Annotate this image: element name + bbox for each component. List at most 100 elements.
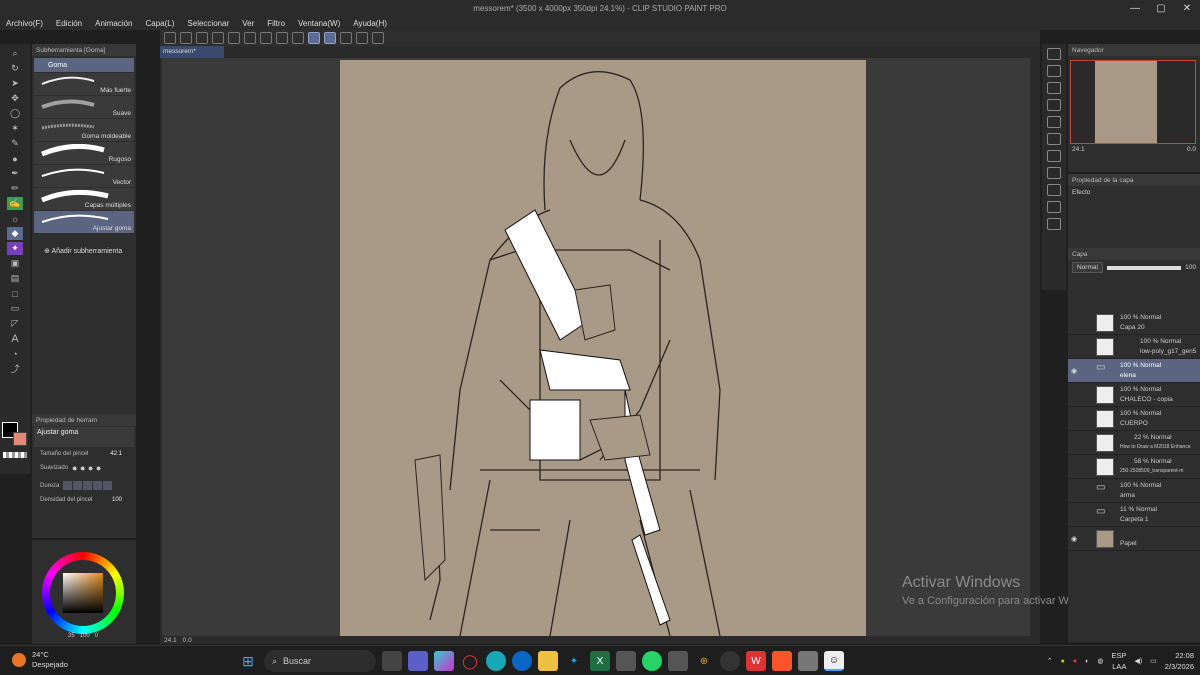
teams-icon[interactable] [408,651,428,671]
copilot-icon[interactable] [434,651,454,671]
brave-icon[interactable] [772,651,792,671]
layer-row[interactable]: ◉ ▭ 100 % Normal elena [1068,359,1200,383]
new-file-icon[interactable] [164,32,176,44]
chevron-up-icon[interactable]: ⌃ [1047,657,1053,665]
paint-net-icon[interactable] [798,651,818,671]
drawing-canvas[interactable] [340,60,866,637]
edge-icon[interactable] [486,651,506,671]
navigator-zoom[interactable]: 24.1 [1072,146,1085,153]
material-icon[interactable] [1047,116,1061,128]
density-value[interactable]: 100 [112,497,122,503]
sub-color-swatch[interactable] [13,432,27,446]
layer-row[interactable]: ▭ 100 % Normal arma [1068,479,1200,503]
gallery-icon[interactable] [1047,218,1061,230]
twitter-icon[interactable]: ✦ [564,651,584,671]
opacity-value[interactable]: 100 [1185,264,1196,271]
subtool-item[interactable]: Más fuerte [34,73,134,95]
invert-selection-icon[interactable] [292,32,304,44]
pencil-icon[interactable]: ✏ [7,182,23,195]
clip-studio-icon[interactable]: ☺ [824,651,844,671]
windows-start-icon[interactable]: ⊞ [238,651,258,671]
clear-icon[interactable] [228,32,240,44]
subtool-item[interactable]: Suave [34,96,134,118]
document-tab[interactable]: messorem* [160,46,224,58]
subtool-item[interactable]: Vector [34,165,134,187]
notepad-icon[interactable] [616,651,636,671]
brush-size-value[interactable]: 42.1 [110,451,122,457]
help-icon[interactable] [372,32,384,44]
blend-mode-select[interactable]: Normal [1072,262,1103,273]
subtool-item[interactable]: Goma moldeable [34,119,134,141]
maximize-button[interactable]: ▢ [1148,0,1174,16]
search-icon[interactable] [1047,48,1061,60]
menu-archivo[interactable]: Archivo(F) [6,19,43,28]
gradient-icon[interactable]: ▤ [7,272,23,285]
solitaire-icon[interactable] [668,651,688,671]
redo-icon[interactable] [212,32,224,44]
subtool-item[interactable]: Rugoso [34,142,134,164]
snap-special-ruler-icon[interactable] [324,32,336,44]
search-input[interactable]: ⌕ Buscar [264,650,376,672]
layer-row[interactable]: 100 % Normal low-poly_g17_gen5 [1068,335,1200,359]
tray-app-icon[interactable]: ● [1061,658,1065,665]
frame-icon[interactable]: ▭ [7,302,23,315]
ink-drop-icon[interactable]: ● [7,152,23,165]
tray-app-icon[interactable]: ◍ [1097,657,1103,665]
undo-icon[interactable] [196,32,208,44]
lasso-icon[interactable]: ◯ [7,107,23,120]
menu-seleccionar[interactable]: Seleccionar [187,19,229,28]
brush-icon[interactable]: ✍ [7,197,23,210]
minimize-button[interactable]: — [1122,0,1148,16]
volume-icon[interactable]: ◀) [1134,657,1142,665]
download-icon[interactable] [1047,82,1061,94]
pen-icon[interactable]: ✒ [7,167,23,180]
battery-icon[interactable]: ▭ [1150,657,1157,665]
save-icon[interactable] [180,32,192,44]
layer-row[interactable]: ◉ Papel [1068,527,1200,551]
density-row[interactable]: Densidad del pincel 100 [32,494,136,505]
brush-size-row[interactable]: Tamaño del pincel 42.1 [32,448,136,459]
eye-icon[interactable]: ◉ [1071,535,1079,543]
layer-row[interactable]: 100 % Normal CHALECO - copia [1068,383,1200,407]
rotation-readout[interactable]: 0.0 [183,637,192,644]
layer-row[interactable]: 100 % Normal Capa 20 [1068,311,1200,335]
menu-filtro[interactable]: Filtro [267,19,285,28]
transparent-color-swatch[interactable] [3,452,27,458]
folder-icon[interactable] [1047,150,1061,162]
navigator-preview[interactable] [1070,60,1196,144]
settings-icon[interactable] [356,32,368,44]
history-icon[interactable] [1047,201,1061,213]
snap-grid-icon[interactable] [340,32,352,44]
smoothing-row[interactable]: Suavizado ● ● ● ● [32,459,136,477]
operation-icon[interactable]: ➤ [7,77,23,90]
task-view-icon[interactable] [382,651,402,671]
move-layer-icon[interactable]: ✥ [7,92,23,105]
menu-ver[interactable]: Ver [242,19,254,28]
target-app-icon[interactable]: ⊕ [694,651,714,671]
panel-icon[interactable] [1047,65,1061,77]
image-icon[interactable] [1047,133,1061,145]
menu-ventana[interactable]: Ventana(W) [298,19,340,28]
close-button[interactable]: ✕ [1174,0,1200,16]
eyedropper-icon[interactable]: ✎ [7,137,23,150]
excel-icon[interactable]: X [590,651,610,671]
layer-row[interactable]: ▭ 11 % Normal Carpeta 1 [1068,503,1200,527]
magic-wand-icon[interactable]: ✶ [7,122,23,135]
fill-icon[interactable] [260,32,272,44]
saturation-square[interactable] [63,573,103,613]
snap-ruler-icon[interactable] [308,32,320,44]
subtool-group-tab[interactable]: Goma [34,58,134,72]
rotate-icon[interactable]: ↻ [7,62,23,75]
ruler-icon[interactable]: ◸ [7,317,23,330]
balloon-icon[interactable]: ◔ [7,347,23,360]
obs-icon[interactable] [720,651,740,671]
transform-icon[interactable] [244,32,256,44]
correct-line-icon[interactable]: ⤴ [7,362,23,375]
whatsapp-icon[interactable] [642,651,662,671]
opacity-slider[interactable] [1106,265,1182,270]
language-indicator[interactable]: ESP LAA [1111,650,1126,672]
subtool-item[interactable]: Ajustar goma [34,211,134,233]
add-subtool-button[interactable]: ⊕ Añadir subherramienta [32,247,136,255]
layer-row[interactable]: 100 % Normal CUERPO [1068,407,1200,431]
figure-icon[interactable]: □ [7,287,23,300]
